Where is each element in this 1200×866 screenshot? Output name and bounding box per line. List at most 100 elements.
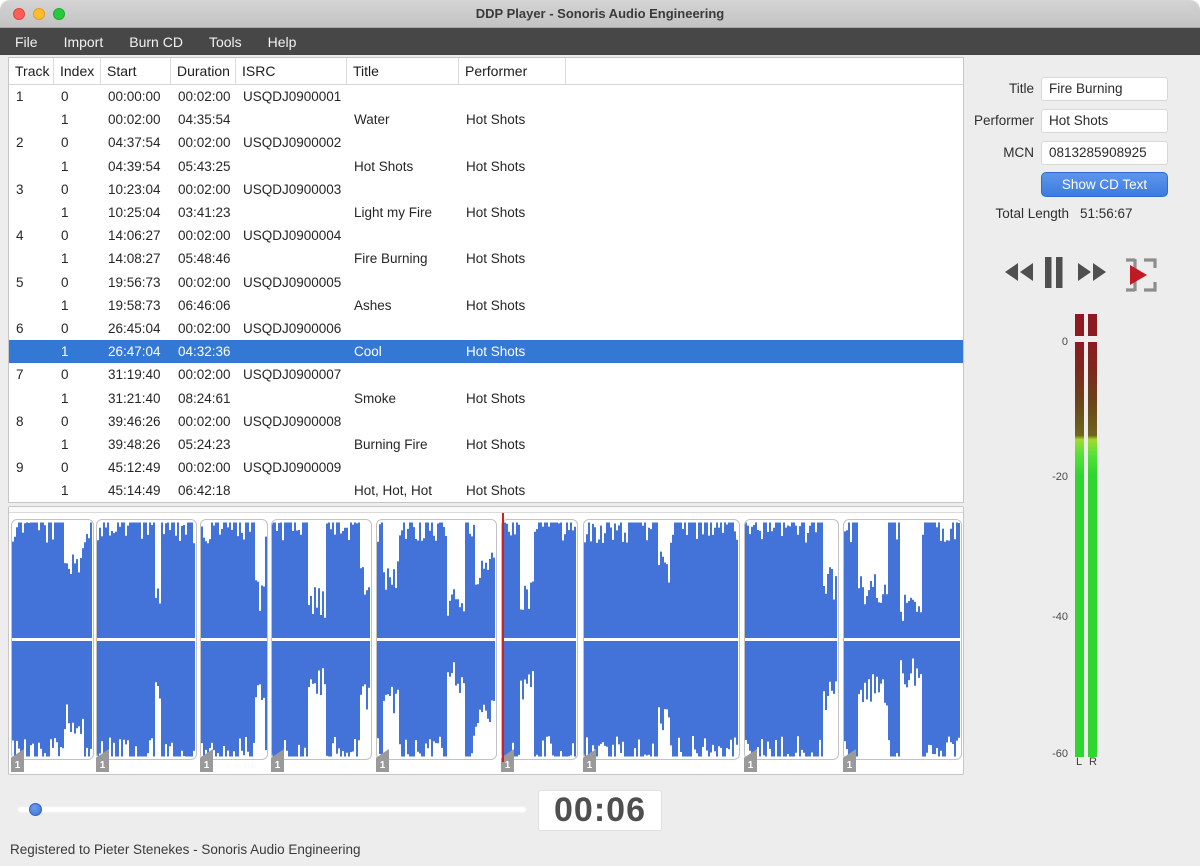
cell-start: 00:02:00 — [108, 112, 161, 128]
cell-title: Burning Fire — [354, 436, 428, 452]
cell-index: 0 — [61, 228, 69, 244]
mcn-field[interactable]: 0813285908925 — [1041, 141, 1168, 165]
waveform-clip[interactable]: 1 — [501, 519, 578, 772]
cell-performer: Hot Shots — [466, 112, 526, 128]
play-selection-icon[interactable] — [1120, 256, 1162, 294]
playhead-cursor[interactable] — [502, 513, 504, 762]
column-header-isrc[interactable]: ISRC — [236, 58, 347, 84]
cell-performer: Hot Shots — [466, 483, 526, 499]
table-row[interactable]: 5 0 19:56:73 00:02:00 USQDJ0900005 — [9, 271, 963, 294]
cell-index: 1 — [61, 483, 69, 499]
cell-index: 1 — [61, 344, 69, 360]
waveform-clip[interactable]: 1 — [843, 519, 962, 772]
time-display: 00:06 — [538, 790, 662, 831]
waveform-clip[interactable]: 1 — [583, 519, 740, 772]
cell-performer: Hot Shots — [466, 297, 526, 313]
cell-duration: 00:02:00 — [178, 274, 231, 290]
performer-field[interactable]: Hot Shots — [1041, 109, 1168, 133]
mcn-field-label: MCN — [1003, 145, 1034, 160]
cell-index: 0 — [61, 460, 69, 476]
cell-track: 2 — [16, 135, 24, 151]
rewind-icon[interactable] — [1005, 262, 1035, 282]
seek-slider-track[interactable] — [17, 806, 527, 813]
cell-start: 45:14:49 — [108, 483, 161, 499]
cell-index: 0 — [61, 274, 69, 290]
table-row[interactable]: 1 31:21:40 08:24:61 Smoke Hot Shots — [9, 386, 963, 409]
performer-field-label: Performer — [973, 113, 1034, 128]
cell-duration: 00:02:00 — [178, 89, 231, 105]
pause-icon[interactable] — [1045, 257, 1063, 288]
cell-track: 7 — [16, 367, 24, 383]
column-header-track[interactable]: Track — [9, 58, 54, 84]
column-header-title[interactable]: Title — [347, 58, 459, 84]
cell-duration: 00:02:00 — [178, 367, 231, 383]
cell-track: 4 — [16, 228, 24, 244]
column-header-start[interactable]: Start — [101, 58, 171, 84]
cell-isrc: USQDJ0900002 — [243, 135, 342, 151]
waveform-clip[interactable]: 1 — [744, 519, 839, 772]
cell-title: Hot Shots — [354, 158, 414, 174]
cell-track: 5 — [16, 274, 24, 290]
cell-start: 39:48:26 — [108, 436, 161, 452]
cell-duration: 03:41:23 — [178, 205, 231, 221]
show-cd-text-button[interactable]: Show CD Text — [1041, 172, 1168, 197]
waveform-panel[interactable]: 111111111 — [8, 506, 964, 775]
table-header: Track Index Start Duration ISRC Title Performe… — [9, 58, 963, 85]
meter-tick--40: -40 — [1052, 611, 1068, 623]
table-row[interactable]: 1 39:48:26 05:24:23 Burning Fire Hot Shots — [9, 433, 963, 456]
cell-start: 10:25:04 — [108, 205, 161, 221]
menu-item-burn-cd[interactable]: Burn CD — [129, 34, 183, 50]
table-row[interactable]: 1 0 00:00:00 00:02:00 USQDJ0900001 — [9, 85, 963, 108]
cell-start: 45:12:49 — [108, 460, 161, 476]
menu-item-import[interactable]: Import — [64, 34, 104, 50]
seek-slider-thumb[interactable] — [29, 803, 43, 816]
cell-isrc: USQDJ0900001 — [243, 89, 342, 105]
table-row[interactable]: 7 0 31:19:40 00:02:00 USQDJ0900007 — [9, 363, 963, 386]
column-header-filler — [566, 58, 963, 84]
cell-isrc: USQDJ0900007 — [243, 367, 342, 383]
table-row[interactable]: 1 14:08:27 05:48:46 Fire Burning Hot Shots — [9, 247, 963, 270]
waveform-clip[interactable]: 1 — [376, 519, 497, 772]
column-header-duration[interactable]: Duration — [171, 58, 236, 84]
title-bar: DDP Player - Sonoris Audio Engineering — [0, 0, 1200, 28]
fast-forward-icon[interactable] — [1076, 262, 1106, 282]
cell-duration: 04:32:36 — [178, 344, 231, 360]
cell-index: 0 — [61, 135, 69, 151]
table-row[interactable]: 1 19:58:73 06:46:06 Ashes Hot Shots — [9, 294, 963, 317]
meter-channel-label-r: R — [1089, 756, 1097, 768]
cell-index: 1 — [61, 390, 69, 406]
cell-track: 8 — [16, 413, 24, 429]
table-row[interactable]: 4 0 14:06:27 00:02:00 USQDJ0900004 — [9, 224, 963, 247]
column-header-performer[interactable]: Performer — [459, 58, 566, 84]
table-row[interactable]: 1 10:25:04 03:41:23 Light my Fire Hot Shots — [9, 201, 963, 224]
menu-item-tools[interactable]: Tools — [209, 34, 242, 50]
cell-duration: 00:02:00 — [178, 228, 231, 244]
table-row[interactable]: 1 04:39:54 05:43:25 Hot Shots Hot Shots — [9, 155, 963, 178]
cell-duration: 05:43:25 — [178, 158, 231, 174]
cell-index: 1 — [61, 158, 69, 174]
table-row[interactable]: 1 26:47:04 04:32:36 Cool Hot Shots — [9, 340, 963, 364]
table-row[interactable]: 9 0 45:12:49 00:02:00 USQDJ0900009 — [9, 456, 963, 479]
waveform-clip[interactable]: 1 — [200, 519, 268, 772]
menu-item-help[interactable]: Help — [268, 34, 297, 50]
cell-start: 10:23:04 — [108, 181, 161, 197]
waveform-clip[interactable]: 1 — [271, 519, 372, 772]
title-field[interactable]: Fire Burning — [1041, 77, 1168, 101]
table-row[interactable]: 6 0 26:45:04 00:02:00 USQDJ0900006 — [9, 317, 963, 340]
table-row[interactable]: 1 45:14:49 06:42:18 Hot, Hot, Hot Hot Shots — [9, 479, 963, 502]
table-row[interactable]: 3 0 10:23:04 00:02:00 USQDJ0900003 — [9, 178, 963, 201]
table-row[interactable]: 1 00:02:00 04:35:54 Water Hot Shots — [9, 108, 963, 131]
cell-index: 1 — [61, 436, 69, 452]
table-row[interactable]: 2 0 04:37:54 00:02:00 USQDJ0900002 — [9, 131, 963, 154]
cell-title: Water — [354, 112, 390, 128]
table-row[interactable]: 8 0 39:46:26 00:02:00 USQDJ0900008 — [9, 410, 963, 433]
waveform-graph — [377, 522, 495, 757]
menu-item-file[interactable]: File — [15, 34, 38, 50]
cell-start: 19:56:73 — [108, 274, 161, 290]
column-header-index[interactable]: Index — [54, 58, 101, 84]
total-length: Total Length 51:56:67 — [964, 206, 1164, 221]
waveform-clip[interactable]: 1 — [96, 519, 197, 772]
cell-duration: 00:02:00 — [178, 181, 231, 197]
waveform-clip[interactable]: 1 — [11, 519, 94, 772]
cell-index: 1 — [61, 297, 69, 313]
